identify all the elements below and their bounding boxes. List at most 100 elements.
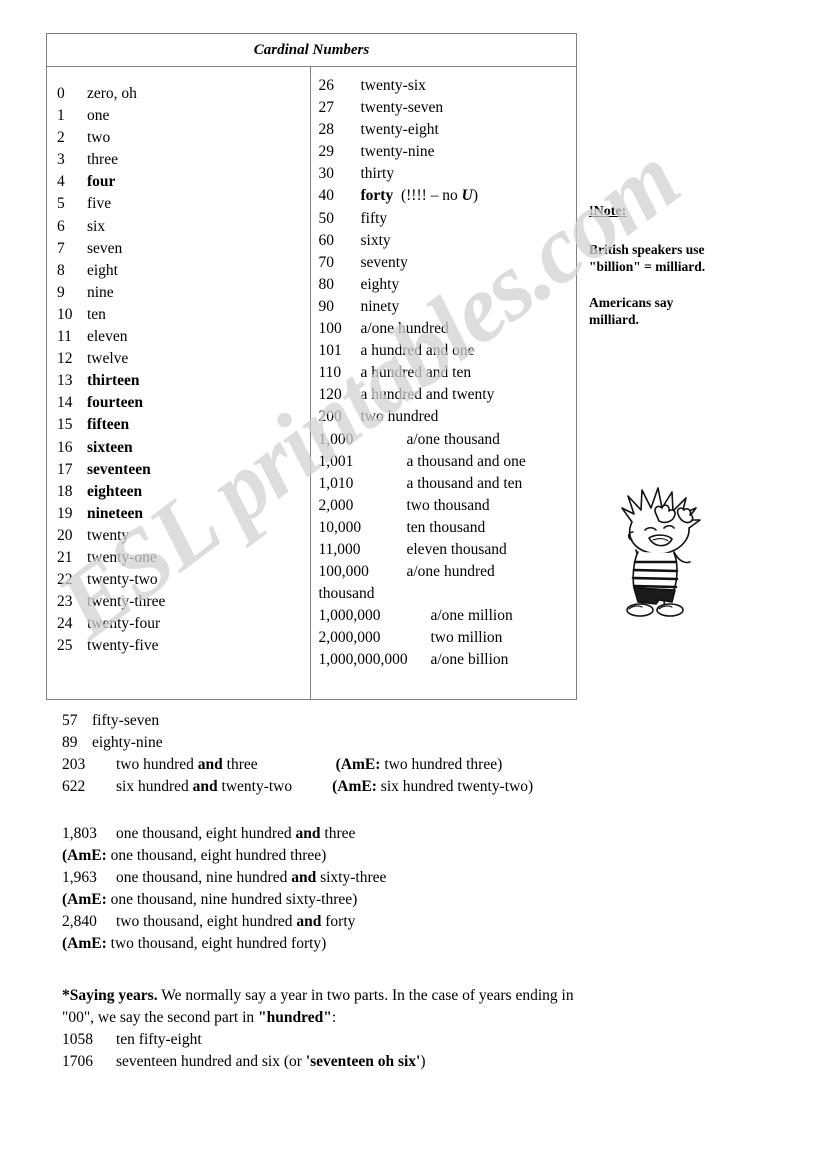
- number-value: 10,000: [318, 518, 362, 536]
- cardinal-numbers-table: Cardinal Numbers 0 zero, oh 1 one 2 two 3 three…: [46, 33, 577, 700]
- example-text: two hundred and three: [116, 756, 258, 773]
- number-word: eleven: [87, 328, 128, 346]
- number-word: twenty-nine: [360, 143, 435, 161]
- example-row: 57 fifty-seven: [62, 710, 533, 732]
- year-text: ten fifty-eight: [116, 1031, 202, 1048]
- number-word: six: [87, 217, 106, 235]
- note-paragraph-american: Americans say milliard.: [589, 294, 789, 328]
- number-row: 90 ninety: [319, 296, 577, 318]
- example-text: one thousand, nine hundred and sixty-thr…: [116, 869, 387, 886]
- number-row: 2 two: [57, 127, 310, 149]
- number-word: ten: [87, 305, 106, 323]
- number-word: twenty-six: [360, 77, 426, 94]
- number-value: 1,001: [318, 452, 354, 470]
- number-value: 29: [318, 143, 335, 161]
- examples-long-block: 1,803 one thousand, eight hundred and thr…: [62, 823, 386, 955]
- example-bold-word: and: [296, 913, 322, 930]
- number-row: 17 seventeen: [57, 459, 310, 481]
- example-ame-variant: (AmE: six hundred twenty-two): [332, 778, 534, 795]
- example-number: 57: [62, 712, 78, 729]
- number-value: 9: [57, 283, 65, 301]
- number-value: 6: [57, 217, 65, 235]
- number-row: 101 a hundred and one: [319, 340, 577, 362]
- number-word: twenty-four: [87, 615, 161, 633]
- number-row: 1,000,000,000 a/one billion: [319, 649, 577, 671]
- year-example-row: 1058 ten fifty-eight: [62, 1029, 762, 1051]
- number-word: two hundred: [360, 408, 439, 426]
- number-value: 19: [57, 504, 73, 522]
- number-value: 3: [57, 151, 65, 169]
- number-value: 13: [57, 372, 73, 390]
- number-row: 3 three: [57, 149, 310, 171]
- number-value: 1,000: [318, 430, 354, 448]
- example-ame-variant: (AmE: two hundred three): [335, 756, 503, 773]
- note-line-1: British speakers use: [589, 242, 705, 257]
- number-row: 1,000,000 a/one million: [319, 605, 577, 627]
- number-row: 19 nineteen: [57, 503, 310, 525]
- ame-label: (AmE:: [62, 935, 107, 952]
- number-value: 17: [57, 460, 73, 478]
- number-row: 11,000 eleven thousand: [319, 539, 577, 561]
- number-word: four: [87, 173, 116, 191]
- number-word: a/one thousand: [406, 430, 500, 448]
- note-block: !Note: British speakers use "billion" = …: [589, 203, 789, 347]
- number-value: 26: [318, 77, 335, 94]
- number-value: 23: [57, 593, 73, 611]
- note-heading: !Note:: [589, 204, 627, 219]
- years-line2-bold: "hundred": [258, 1009, 332, 1026]
- number-row: 29 twenty-nine: [319, 141, 577, 163]
- number-value: 5: [57, 195, 65, 213]
- number-row: 1,010 a thousand and ten: [319, 473, 577, 495]
- example-number: 1,803: [62, 825, 97, 842]
- number-row: 30 thirty: [319, 163, 577, 185]
- number-word-continuation: thousand: [318, 585, 375, 603]
- example-bold-word: and: [295, 825, 321, 842]
- number-row: 15 fifteen: [57, 414, 310, 436]
- number-word: one: [87, 107, 110, 125]
- number-row: 4 four: [57, 171, 310, 193]
- number-value: 11,000: [318, 540, 361, 558]
- number-word: a/one million: [430, 607, 513, 625]
- years-heading-line: *Saying years. We normally say a year in…: [62, 985, 762, 1007]
- number-value: 22: [57, 571, 73, 589]
- number-value: 110: [318, 364, 342, 382]
- number-word: a thousand and one: [406, 452, 526, 470]
- number-value: 25: [57, 637, 73, 655]
- year-number: 1058: [62, 1031, 93, 1048]
- example-row: 1,963 one thousand, nine hundred and sixt…: [62, 867, 386, 889]
- number-value: 28: [318, 121, 335, 139]
- note-paragraph-british: British speakers use "billion" = milliar…: [589, 241, 789, 275]
- years-line2-pre: "00", we say the second part in: [62, 1009, 259, 1026]
- example-bold-word: and: [291, 869, 317, 886]
- numbers-column-right: 26 twenty-six 27 twenty-seven 28 twenty-eight…: [311, 67, 577, 699]
- number-row: 2,000,000 two million: [319, 627, 577, 649]
- number-row: 20 twenty: [57, 525, 310, 547]
- number-word: a/one hundred: [360, 320, 449, 338]
- number-word: sixty: [360, 231, 391, 249]
- number-word: twenty-five: [87, 637, 159, 655]
- example-ame-variant: (AmE: two thousand, eight hundred forty): [62, 935, 327, 952]
- number-value: 11: [57, 328, 72, 346]
- number-row: 9 nine: [57, 282, 310, 304]
- number-word: a/one hundred: [406, 563, 495, 581]
- number-word: eight: [87, 261, 118, 279]
- number-word: eighty: [360, 275, 400, 293]
- number-row: 18 eighteen: [57, 481, 310, 503]
- number-word: ninety: [360, 297, 400, 315]
- number-row: 14 fourteen: [57, 392, 310, 414]
- number-value: 200: [318, 408, 342, 426]
- number-value: 50: [318, 209, 335, 227]
- number-row: 120 a hundred and twenty: [319, 384, 577, 406]
- number-word: seventeen: [87, 460, 151, 478]
- number-word: thirteen: [87, 372, 140, 390]
- number-value: 10: [57, 305, 73, 323]
- number-row: 50 fifty: [319, 208, 577, 230]
- number-word: seven: [87, 239, 123, 257]
- number-row: 7 seven: [57, 238, 310, 260]
- example-row: (AmE: one thousand, nine hundred sixty-t…: [62, 889, 386, 911]
- number-row: 0 zero, oh: [57, 83, 310, 105]
- number-word: twenty-eight: [360, 121, 439, 139]
- example-row: 89 eighty-nine: [62, 732, 533, 754]
- year-example-row: 1706 seventeen hundred and six (or 'seven…: [62, 1051, 762, 1073]
- years-second-line: "00", we say the second part in "hundred…: [62, 1007, 762, 1029]
